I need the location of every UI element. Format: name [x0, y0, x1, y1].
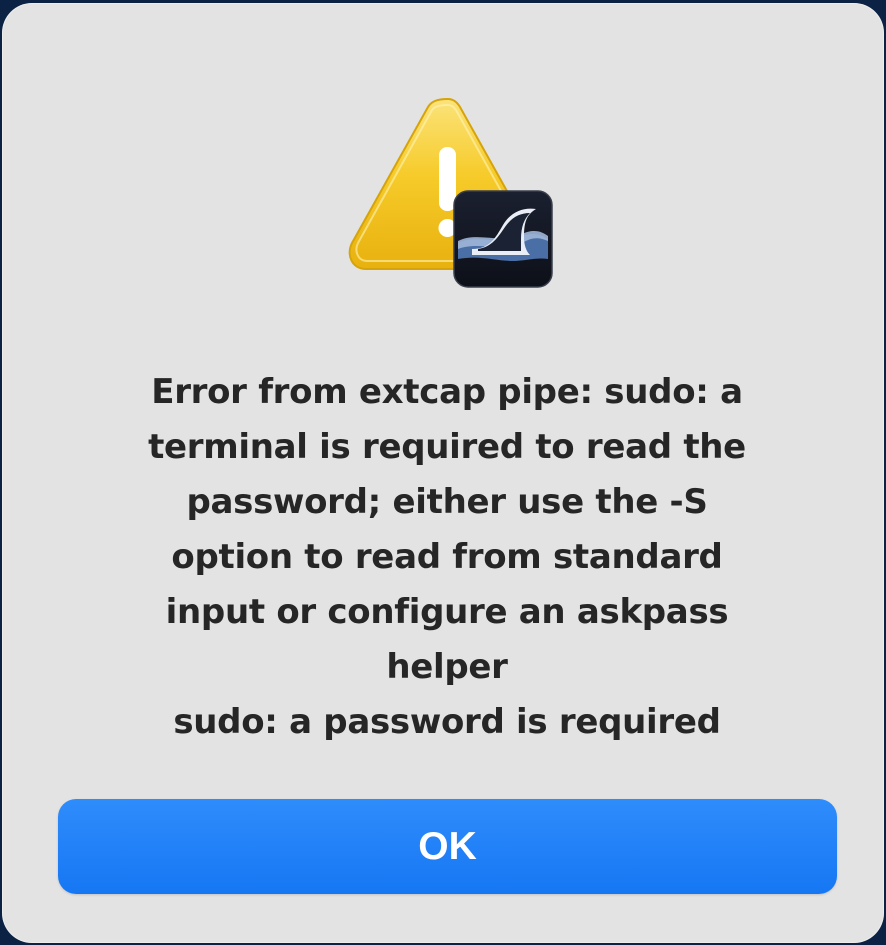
alert-dialog: Error from extcap pipe: sudo: a terminal…	[2, 3, 884, 943]
message-line: input or configure an askpass	[165, 592, 729, 632]
message-line: Error from extcap pipe: sudo: a	[151, 372, 743, 412]
warning-icon	[340, 91, 556, 291]
message-line: password; either use the -S	[186, 482, 708, 522]
message-line: option to read from standard	[171, 537, 723, 577]
message-line: helper	[386, 647, 508, 687]
ok-button[interactable]: OK	[58, 799, 837, 894]
message-line: terminal is required to read the	[148, 427, 746, 467]
message-line: sudo: a password is required	[173, 702, 721, 742]
wireshark-fin-icon	[453, 190, 553, 288]
error-message: Error from extcap pipe: sudo: a terminal…	[62, 365, 832, 750]
